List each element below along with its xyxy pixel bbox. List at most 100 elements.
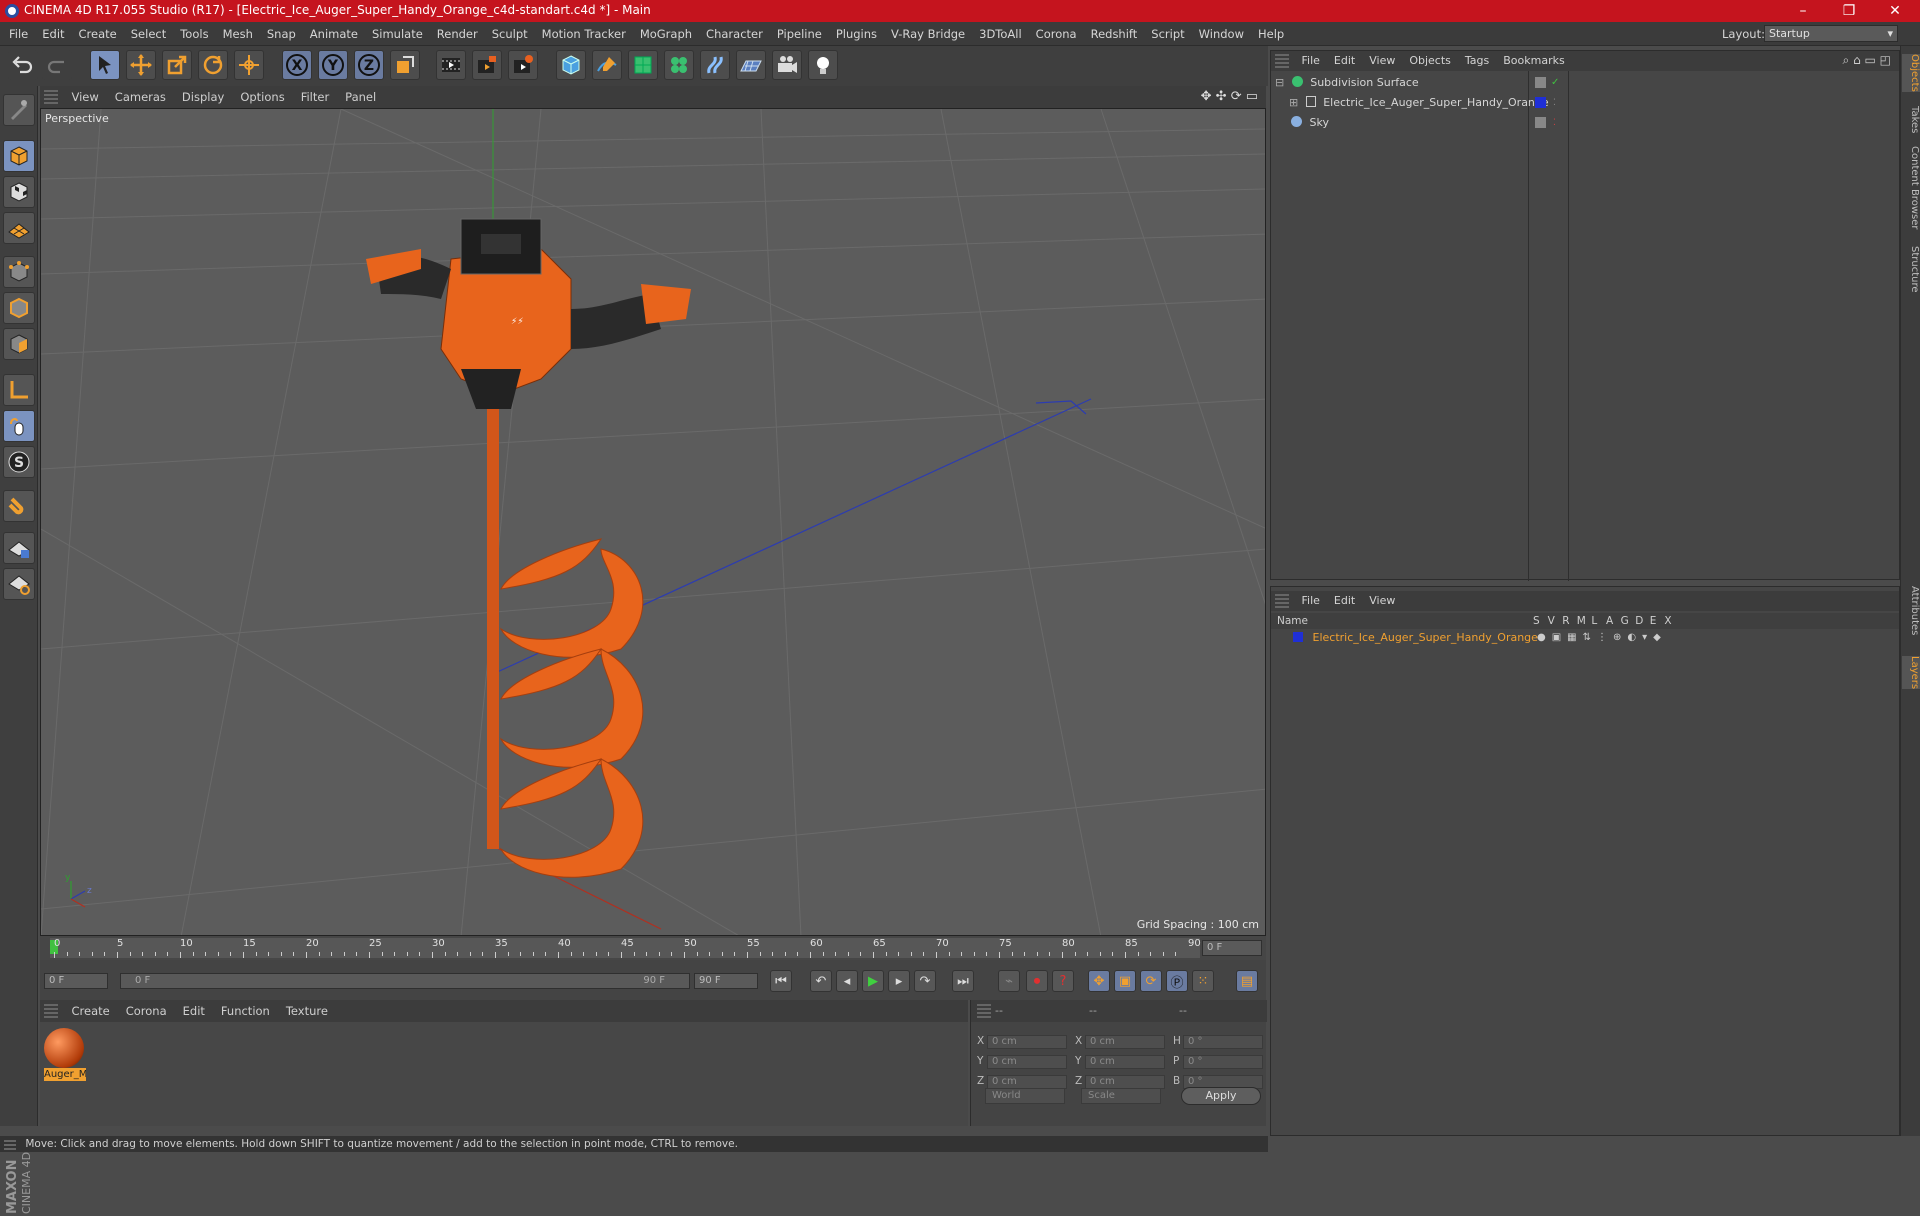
restore-icon[interactable]: ❐	[1826, 0, 1872, 22]
previous-keyframe-icon[interactable]: ↶	[810, 970, 832, 992]
menu-motion-tracker[interactable]: Motion Tracker	[535, 22, 633, 46]
menu-tools[interactable]: Tools	[173, 22, 215, 46]
rotate-icon[interactable]	[198, 50, 228, 80]
menu-pipeline[interactable]: Pipeline	[770, 22, 829, 46]
close-icon[interactable]: ✕	[1872, 0, 1918, 22]
start-frame-field[interactable]: 0 F	[44, 973, 108, 989]
position-field[interactable]: 0 cm	[987, 1035, 1067, 1049]
texture-mode-icon[interactable]	[3, 176, 35, 208]
scale-icon[interactable]	[162, 50, 192, 80]
key-scale-icon[interactable]: ▣	[1114, 970, 1136, 992]
menu-window[interactable]: Window	[1192, 22, 1251, 46]
menu-edit[interactable]: Edit	[35, 22, 71, 46]
menu-simulate[interactable]: Simulate	[365, 22, 430, 46]
layer-column-d[interactable]: D	[1635, 613, 1643, 629]
size-mode-dropdown[interactable]: Scale	[1081, 1088, 1161, 1104]
viewport-menu-view[interactable]: View	[64, 86, 107, 108]
next-keyframe-icon[interactable]: ↷	[914, 970, 936, 992]
model-mode-icon[interactable]	[3, 140, 35, 172]
layer-tag-icon[interactable]	[1535, 77, 1546, 88]
viewport-menu-options[interactable]: Options	[232, 86, 292, 108]
menu-render[interactable]: Render	[430, 22, 485, 46]
record-keys-icon[interactable]: ⏺	[1026, 970, 1048, 992]
apply-button[interactable]: Apply	[1181, 1087, 1261, 1105]
axis-mode-icon[interactable]	[3, 374, 35, 406]
layout-dropdown[interactable]: Startup	[1764, 25, 1898, 42]
perspective-viewport[interactable]: ⚡⚡ y z Perspective Grid Spacing : 100 cm	[40, 108, 1266, 936]
side-tab-objects[interactable]: Objects	[1902, 54, 1920, 92]
menu-create[interactable]: Create	[72, 22, 124, 46]
material-menu-function[interactable]: Function	[213, 1000, 278, 1022]
material-menu-create[interactable]: Create	[64, 1000, 118, 1022]
menu-script[interactable]: Script	[1144, 22, 1191, 46]
undo-icon[interactable]	[8, 50, 38, 80]
key-parameter-icon[interactable]: Ⓟ	[1166, 970, 1188, 992]
key-position-icon[interactable]: ✥	[1088, 970, 1110, 992]
render-to-picture-viewer-icon[interactable]	[472, 50, 502, 80]
object-menu-file[interactable]: File	[1295, 51, 1327, 71]
go-to-start-icon[interactable]: ⏮	[770, 970, 792, 992]
menu-animate[interactable]: Animate	[303, 22, 365, 46]
layer-column-s[interactable]: S	[1533, 613, 1540, 629]
y-axis-lock-icon[interactable]: Y	[318, 50, 348, 80]
menu-redshift[interactable]: Redshift	[1084, 22, 1145, 46]
viewport-menu-panel[interactable]: Panel	[337, 86, 384, 108]
tweak-mode-icon[interactable]	[3, 410, 35, 442]
subdivision-surface-icon[interactable]	[628, 50, 658, 80]
layer-color-icon[interactable]	[1293, 632, 1303, 642]
side-tab-structure[interactable]: Structure	[1902, 246, 1920, 293]
deformer-icon[interactable]	[700, 50, 730, 80]
size-field[interactable]: 0 cm	[1085, 1035, 1165, 1049]
object-menu-edit[interactable]: Edit	[1327, 51, 1362, 71]
visibility-dots-icon[interactable]: ⁚	[1553, 113, 1556, 133]
go-to-end-icon[interactable]: ⏭	[952, 970, 974, 992]
layer-menu-file[interactable]: File	[1295, 591, 1327, 611]
live-selection-icon[interactable]	[90, 50, 120, 80]
points-mode-icon[interactable]	[3, 256, 35, 288]
coordinate-system-icon[interactable]	[390, 50, 420, 80]
planar-workplane-icon[interactable]	[3, 568, 35, 600]
layer-column-g[interactable]: G	[1621, 613, 1629, 629]
make-editable-icon[interactable]	[3, 94, 35, 126]
side-tab-attributes[interactable]: Attributes	[1902, 586, 1920, 635]
layer-column-a[interactable]: A	[1606, 613, 1613, 629]
layer-tag-icon[interactable]	[1535, 117, 1546, 128]
cloner-icon[interactable]	[664, 50, 694, 80]
layer-column-x[interactable]: X	[1664, 613, 1671, 629]
object-menu-bookmarks[interactable]: Bookmarks	[1496, 51, 1571, 71]
material-menu-edit[interactable]: Edit	[175, 1000, 213, 1022]
current-frame-field[interactable]: 0 F	[1202, 940, 1262, 956]
transform-icon[interactable]	[234, 50, 264, 80]
pen-spline-icon[interactable]	[592, 50, 622, 80]
floor-icon[interactable]	[736, 50, 766, 80]
key-rotation-icon[interactable]: ⟳	[1140, 970, 1162, 992]
move-icon[interactable]	[126, 50, 156, 80]
side-tab-content-browser[interactable]: Content Browser	[1902, 146, 1920, 229]
viewport-menu-cameras[interactable]: Cameras	[107, 86, 174, 108]
side-tab-layers[interactable]: Layers	[1902, 656, 1920, 690]
menu-3dtoall[interactable]: 3DToAll	[972, 22, 1029, 46]
object-menu-objects[interactable]: Objects	[1402, 51, 1458, 71]
layer-column-r[interactable]: R	[1562, 613, 1569, 629]
redo-icon[interactable]	[42, 50, 72, 80]
layer-column-v[interactable]: V	[1548, 613, 1555, 629]
layer-column-l[interactable]: L	[1591, 613, 1597, 629]
material-menu-corona[interactable]: Corona	[118, 1000, 175, 1022]
timeline-ruler[interactable]: 0 F 0 5 10 15 20 25 30 35 40 45 50 55 60 65 70 75 80 85 90	[40, 936, 1266, 960]
enabled-check-icon[interactable]: ✓	[1551, 73, 1559, 93]
z-axis-lock-icon[interactable]: Z	[354, 50, 384, 80]
coordinate-system-dropdown[interactable]: World	[985, 1088, 1065, 1104]
preview-range-slider[interactable]: 0 F 90 F	[120, 973, 690, 989]
rotation-field[interactable]: 0 °	[1183, 1055, 1263, 1069]
menu-mesh[interactable]: Mesh	[216, 22, 260, 46]
render-view-icon[interactable]	[436, 50, 466, 80]
menu-character[interactable]: Character	[699, 22, 770, 46]
object-menu-tags[interactable]: Tags	[1458, 51, 1496, 71]
end-frame-field[interactable]: 90 F	[694, 973, 758, 989]
object-row-electric-ice-auger[interactable]: ⊞ Electric_Ice_Auger_Super_Handy_Orange …	[1271, 93, 1899, 113]
material-menu-texture[interactable]: Texture	[278, 1000, 336, 1022]
position-field[interactable]: 0 cm	[987, 1055, 1067, 1069]
camera-icon[interactable]	[772, 50, 802, 80]
layer-column-e[interactable]: E	[1650, 613, 1657, 629]
layer-column-m[interactable]: M	[1577, 613, 1586, 629]
